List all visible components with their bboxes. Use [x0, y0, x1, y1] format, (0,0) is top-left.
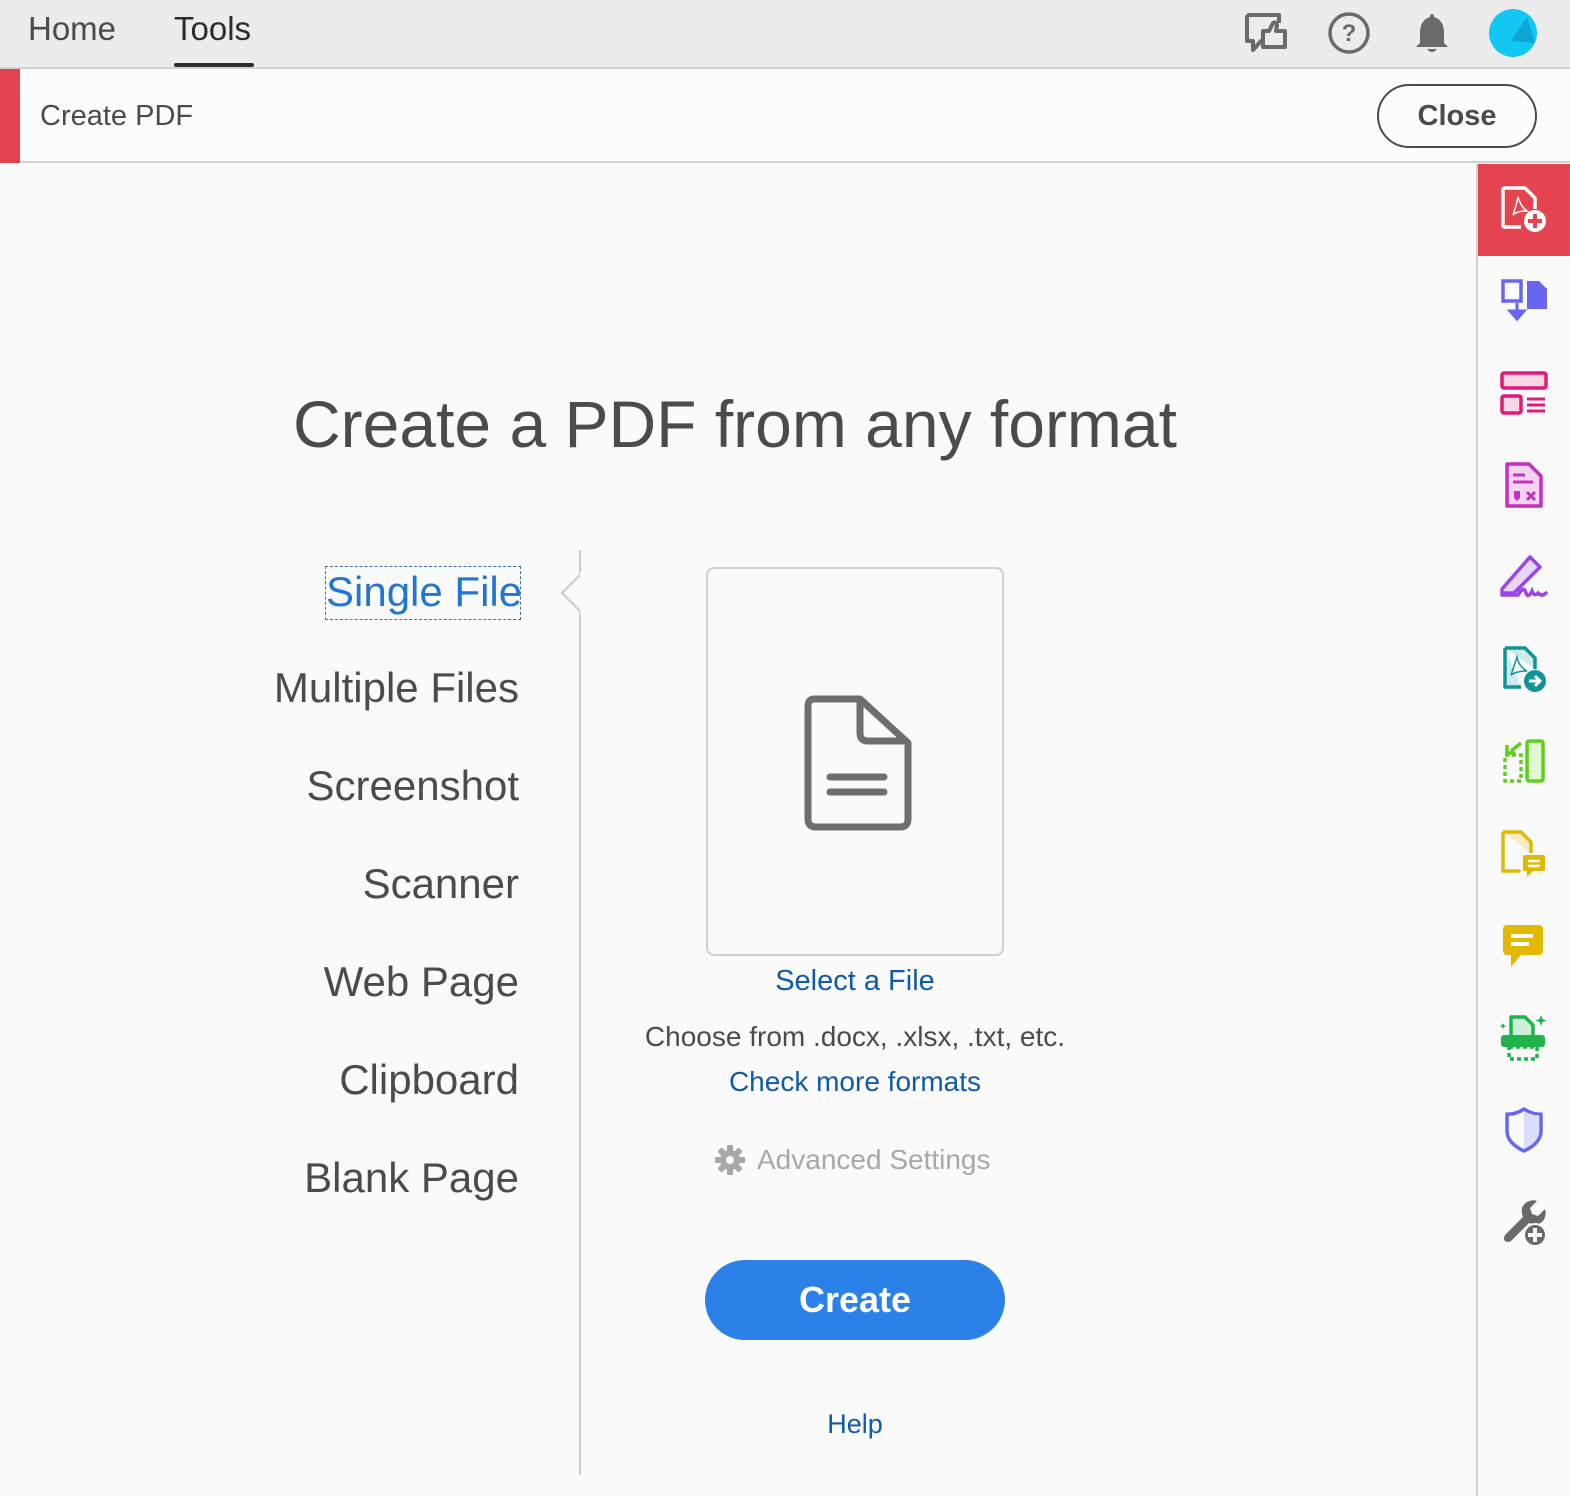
active-tab-indicator	[174, 63, 254, 67]
option-screenshot[interactable]: Screenshot	[307, 762, 519, 810]
document-icon	[804, 695, 912, 831]
rail-compress-pdf[interactable]	[1478, 716, 1570, 808]
tool-accent-bar	[0, 69, 20, 163]
help-link[interactable]: Help	[755, 1409, 955, 1440]
gear-icon	[715, 1145, 745, 1175]
option-single-file[interactable]: Single File	[325, 566, 522, 620]
svg-text:?: ?	[1342, 20, 1357, 47]
comment-icon	[1503, 925, 1543, 967]
rail-scan-and-ocr[interactable]	[1478, 992, 1570, 1084]
rail-more-tools[interactable]	[1478, 1176, 1570, 1268]
rail-protect[interactable]	[1478, 1084, 1570, 1176]
option-scanner[interactable]: Scanner	[363, 860, 519, 908]
tools-rail	[1476, 164, 1570, 1496]
prepare-form-icon	[1505, 462, 1543, 508]
tab-home[interactable]: Home	[28, 10, 116, 48]
fill-and-sign-icon	[1500, 555, 1548, 598]
option-web-page[interactable]: Web Page	[324, 958, 519, 1006]
create-button[interactable]: Create	[705, 1260, 1005, 1340]
scan-and-ocr-icon	[1500, 1015, 1547, 1061]
rail-organize-pages[interactable]	[1478, 348, 1570, 440]
combine-files-icon	[1501, 279, 1547, 322]
advanced-settings-button[interactable]: Advanced Settings	[715, 1144, 991, 1176]
tool-title: Create PDF	[40, 100, 194, 132]
rail-export-pdf[interactable]	[1478, 624, 1570, 716]
create-pdf-icon	[1501, 186, 1546, 232]
add-tools-wrench-icon	[1504, 1200, 1547, 1247]
create-pdf-panel: Create a PDF from any format Single File…	[0, 164, 1476, 1496]
feedback-icon[interactable]	[1241, 8, 1291, 58]
rail-prepare-form[interactable]	[1478, 440, 1570, 532]
account-avatar[interactable]	[1489, 9, 1537, 57]
file-drop-area[interactable]	[706, 567, 1004, 956]
send-for-comments-icon	[1501, 830, 1545, 877]
select-file-link[interactable]: Select a File	[705, 965, 1005, 998]
option-multiple-files[interactable]: Multiple Files	[274, 664, 519, 712]
export-pdf-icon	[1503, 646, 1546, 692]
rail-combine-files[interactable]	[1478, 256, 1570, 348]
page-heading: Create a PDF from any format	[0, 386, 1476, 462]
rail-fill-and-sign[interactable]	[1478, 532, 1570, 624]
tool-header: Create PDF Close	[0, 69, 1570, 163]
shield-icon	[1505, 1107, 1543, 1153]
close-button[interactable]: Close	[1377, 84, 1537, 148]
option-blank-page[interactable]: Blank Page	[304, 1154, 519, 1202]
selection-pointer	[560, 572, 584, 614]
top-nav-bar: Home Tools ?	[0, 0, 1570, 69]
option-clipboard[interactable]: Clipboard	[339, 1056, 519, 1104]
compress-pdf-icon	[1503, 739, 1545, 783]
notifications-bell-icon[interactable]	[1407, 8, 1457, 58]
check-more-formats-link[interactable]: Check more formats	[655, 1066, 1055, 1098]
organize-pages-icon	[1500, 371, 1548, 415]
rail-comment[interactable]	[1478, 900, 1570, 992]
options-divider	[579, 550, 581, 1475]
rail-create-pdf[interactable]	[1478, 164, 1570, 256]
help-icon[interactable]: ?	[1324, 8, 1374, 58]
tab-tools[interactable]: Tools	[174, 10, 251, 48]
page-heading-text: Create a PDF from any format	[293, 387, 1177, 461]
advanced-settings-label: Advanced Settings	[757, 1144, 991, 1175]
supported-formats-text: Choose from .docx, .xlsx, .txt, etc.	[644, 1021, 1066, 1052]
rail-send-for-comments[interactable]	[1478, 808, 1570, 900]
